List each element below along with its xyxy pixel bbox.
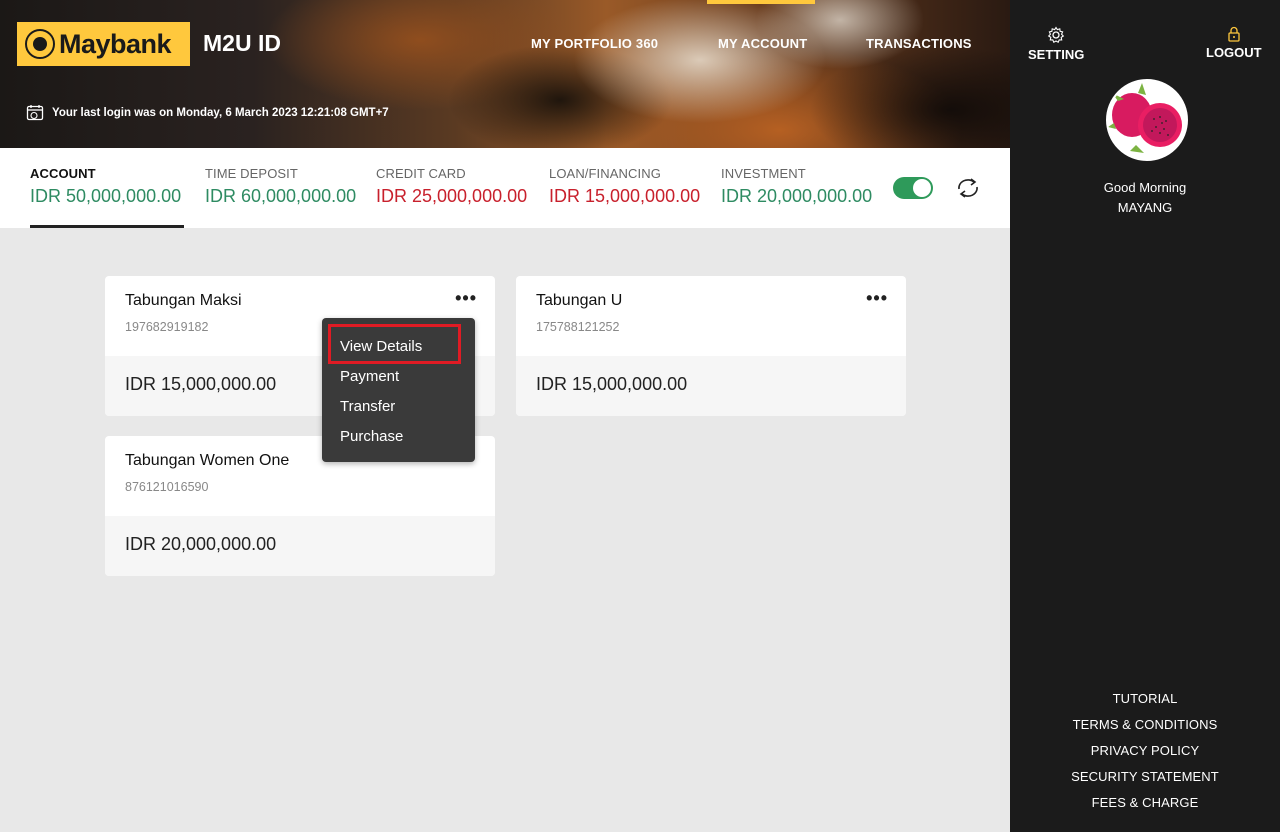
logo-text: Maybank bbox=[59, 28, 172, 59]
summary-tab-investment[interactable]: INVESTMENT IDR 20,000,000.00 bbox=[721, 166, 872, 207]
logout-button[interactable]: LOGOUT bbox=[1206, 26, 1262, 60]
link-security-statement[interactable]: SECURITY STATEMENT bbox=[1010, 764, 1280, 790]
active-nav-indicator bbox=[707, 0, 815, 4]
nav-my-portfolio[interactable]: MY PORTFOLIO 360 bbox=[531, 36, 658, 51]
account-name: Tabungan Maksi bbox=[125, 292, 242, 309]
setting-label: SETTING bbox=[1028, 47, 1085, 62]
toggle-knob bbox=[913, 179, 931, 197]
account-number: 876121016590 bbox=[125, 480, 209, 494]
summary-label: CREDIT CARD bbox=[376, 166, 466, 181]
header-banner: Maybank M2U ID MY PORTFOLIO 360 MY ACCOU… bbox=[0, 0, 1010, 148]
nav-my-account[interactable]: MY ACCOUNT bbox=[718, 36, 807, 51]
summary-value: IDR 60,000,000.00 bbox=[205, 186, 357, 206]
summary-value: IDR 20,000,000.00 bbox=[721, 186, 873, 206]
maybank-logo[interactable]: Maybank bbox=[17, 22, 190, 66]
summary-label: LOAN/FINANCING bbox=[549, 166, 661, 181]
summary-tab-credit-card[interactable]: CREDIT CARD IDR 25,000,000.00 bbox=[376, 166, 527, 207]
summary-label: INVESTMENT bbox=[721, 166, 806, 181]
summary-label: TIME DEPOSIT bbox=[205, 166, 298, 181]
menu-item-payment[interactable]: Payment bbox=[340, 362, 475, 392]
menu-item-transfer[interactable]: Transfer bbox=[340, 392, 475, 422]
portfolio-summary-bar: ACCOUNT IDR 50,000,000.00 TIME DEPOSIT I… bbox=[0, 148, 1010, 228]
logout-label: LOGOUT bbox=[1206, 45, 1262, 60]
app-title: M2U ID bbox=[203, 30, 281, 56]
footer-links: TUTORIAL TERMS & CONDITIONS PRIVACY POLI… bbox=[1010, 686, 1280, 816]
summary-label: ACCOUNT bbox=[30, 166, 96, 181]
tiger-emblem-icon bbox=[25, 29, 55, 59]
refresh-icon[interactable] bbox=[954, 176, 982, 200]
account-name: Tabungan U bbox=[536, 292, 623, 309]
greeting-text: Good Morning bbox=[1103, 180, 1187, 195]
link-fees-charge[interactable]: FEES & CHARGE bbox=[1010, 790, 1280, 816]
user-name: MAYANG bbox=[1117, 200, 1173, 215]
link-terms-conditions[interactable]: TERMS & CONDITIONS bbox=[1010, 712, 1280, 738]
right-sidebar: SETTING LOGOUT Good Morning MAYANG TUTOR… bbox=[1010, 0, 1280, 832]
dragon-fruit-avatar-image bbox=[1108, 81, 1186, 159]
calendar-clock-icon bbox=[26, 105, 44, 121]
nav-transactions[interactable]: TRANSACTIONS bbox=[866, 36, 972, 51]
account-balance: IDR 20,000,000.00 bbox=[105, 516, 495, 576]
setting-button[interactable]: SETTING bbox=[1028, 26, 1084, 62]
view-details-highlight-box bbox=[328, 324, 461, 364]
summary-tab-time-deposit[interactable]: TIME DEPOSIT IDR 60,000,000.00 bbox=[205, 166, 356, 207]
last-login-text: Your last login was on Monday, 6 March 2… bbox=[52, 107, 389, 119]
summary-value: IDR 25,000,000.00 bbox=[376, 186, 528, 206]
menu-item-purchase[interactable]: Purchase bbox=[340, 422, 475, 452]
summary-tab-loan-financing[interactable]: LOAN/FINANCING IDR 15,000,000.00 bbox=[549, 166, 700, 207]
account-number: 175788121252 bbox=[536, 320, 620, 334]
account-card[interactable]: Tabungan U 175788121252 ••• IDR 15,000,0… bbox=[516, 276, 906, 416]
avatar[interactable] bbox=[1106, 79, 1188, 161]
balance-visibility-toggle[interactable] bbox=[893, 177, 933, 199]
lock-icon bbox=[1228, 26, 1240, 42]
active-tab-underline bbox=[30, 225, 184, 228]
gear-icon bbox=[1048, 26, 1065, 43]
last-login-info: Your last login was on Monday, 6 March 2… bbox=[26, 104, 389, 122]
link-privacy-policy[interactable]: PRIVACY POLICY bbox=[1010, 738, 1280, 764]
greeting-block: Good Morning MAYANG bbox=[1010, 178, 1280, 218]
summary-tab-account[interactable]: ACCOUNT IDR 50,000,000.00 bbox=[30, 166, 181, 207]
link-tutorial[interactable]: TUTORIAL bbox=[1010, 686, 1280, 712]
summary-value: IDR 50,000,000.00 bbox=[30, 186, 182, 206]
summary-value: IDR 15,000,000.00 bbox=[549, 186, 701, 206]
account-balance: IDR 15,000,000.00 bbox=[516, 356, 906, 416]
more-options-icon[interactable]: ••• bbox=[866, 288, 888, 309]
more-options-icon[interactable]: ••• bbox=[455, 288, 477, 309]
